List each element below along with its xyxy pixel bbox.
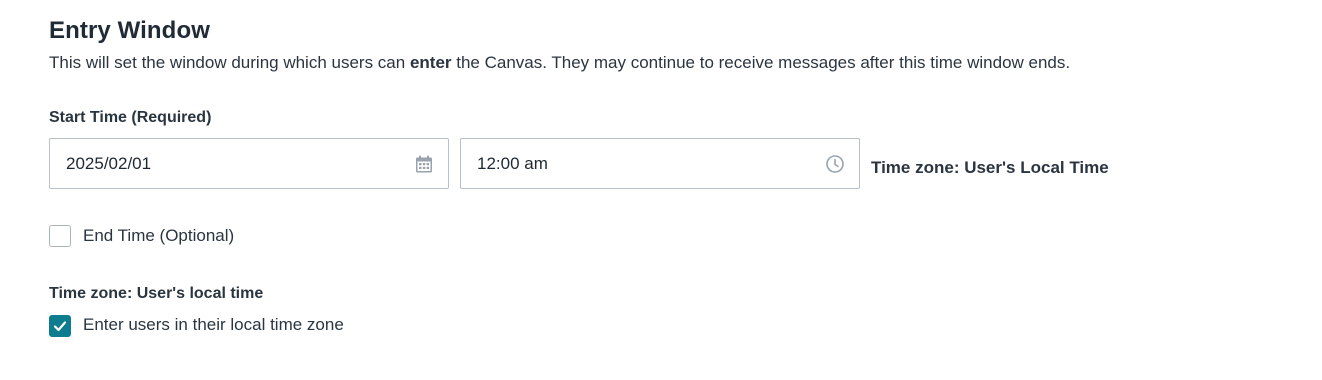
description-suffix: the Canvas. They may continue to receive… <box>451 53 1071 72</box>
checkmark-icon <box>53 321 67 332</box>
description-prefix: This will set the window during which us… <box>49 53 410 72</box>
clock-icon[interactable] <box>825 154 845 174</box>
start-date-input[interactable]: 2025/02/01 <box>49 138 449 189</box>
local-timezone-checkbox[interactable] <box>49 315 71 337</box>
section-description: This will set the window during which us… <box>49 53 1070 73</box>
timezone-note: Time zone: User's Local Time <box>871 158 1109 177</box>
start-time-label: Start Time (Required) <box>49 109 212 126</box>
timezone-heading: Time zone: User's local time <box>49 285 264 302</box>
local-timezone-label[interactable]: Enter users in their local time zone <box>83 315 344 335</box>
start-date-value: 2025/02/01 <box>66 154 152 173</box>
start-time-value: 12:00 am <box>477 154 548 173</box>
description-bold: enter <box>409 53 452 72</box>
calendar-icon[interactable] <box>414 154 434 174</box>
section-title: Entry Window <box>49 17 210 44</box>
end-time-label[interactable]: End Time (Optional) <box>83 226 234 246</box>
end-time-checkbox[interactable] <box>49 225 71 247</box>
start-time-input[interactable]: 12:00 am <box>460 138 860 189</box>
